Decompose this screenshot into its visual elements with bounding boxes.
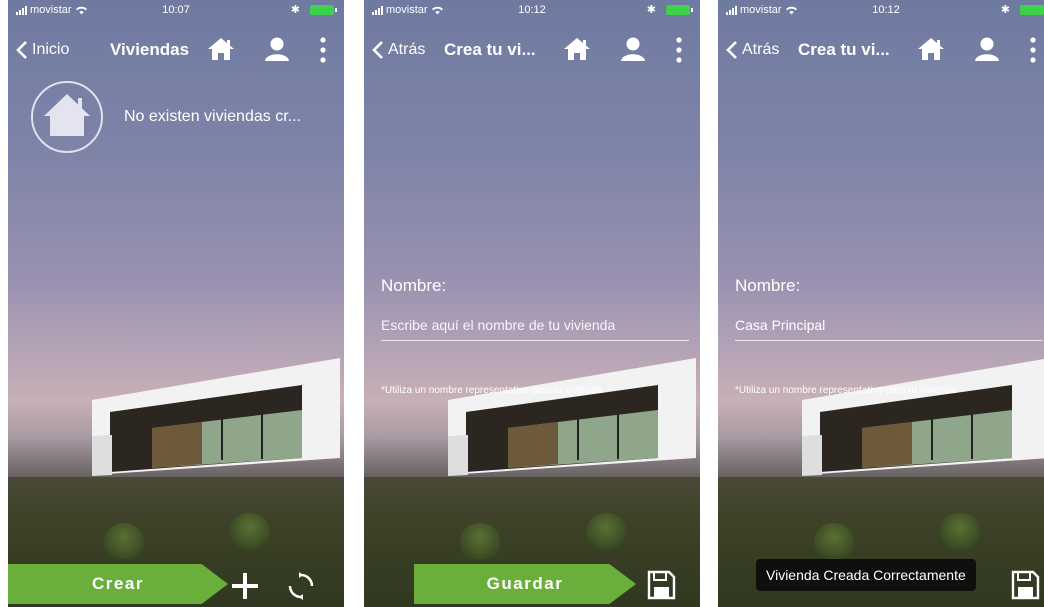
battery-icon xyxy=(310,5,337,15)
back-chevron-icon xyxy=(726,41,737,59)
user-icon[interactable] xyxy=(263,36,291,62)
battery-icon xyxy=(666,5,693,15)
status-time: 10:12 xyxy=(872,4,900,16)
house-image xyxy=(92,358,340,476)
user-icon[interactable] xyxy=(973,36,1001,62)
screen-viviendas: movistar 10:07 ✱ Inicio Viviendas No exi… xyxy=(8,0,344,607)
back-label: Inicio xyxy=(32,41,70,58)
more-vertical-icon[interactable] xyxy=(1028,36,1038,64)
status-bar: movistar 10:12 ✱ xyxy=(364,0,700,22)
empty-message: No existen viviendas cr... xyxy=(124,108,301,125)
more-vertical-icon[interactable] xyxy=(318,36,328,64)
name-label: Nombre: xyxy=(381,276,447,295)
home-icon[interactable] xyxy=(562,36,592,62)
name-hint: *Utiliza un nombre representativo para t… xyxy=(381,385,603,396)
back-button[interactable]: Atrás xyxy=(726,40,779,60)
bluetooth-icon: ✱ xyxy=(1000,4,1010,16)
back-button[interactable]: Inicio xyxy=(16,40,69,60)
create-button[interactable]: Crear xyxy=(8,564,228,604)
user-icon[interactable] xyxy=(619,36,647,62)
tree xyxy=(940,513,980,549)
list-item[interactable]: No existen viviendas cr... xyxy=(30,80,340,156)
tree xyxy=(586,513,626,549)
page-title: Crea tu vi... xyxy=(798,40,890,59)
name-label: Nombre: xyxy=(735,276,801,295)
tree xyxy=(230,513,270,549)
page-title: Crea tu vi... xyxy=(444,40,536,59)
refresh-icon[interactable] xyxy=(286,571,316,601)
bluetooth-icon: ✱ xyxy=(290,4,300,16)
tree xyxy=(460,523,500,559)
battery-icon xyxy=(1020,5,1044,15)
screen-create-empty: movistar 10:12 ✱ Atrás Crea tu vi... Nom… xyxy=(364,0,700,607)
status-bar: movistar 10:07 ✱ xyxy=(8,0,344,22)
house-image xyxy=(448,358,696,476)
nav-bar: Atrás Crea tu vi... xyxy=(364,28,700,72)
status-bar: movistar 10:12 ✱ xyxy=(718,0,1044,22)
save-icon[interactable] xyxy=(1010,569,1040,601)
back-button[interactable]: Atrás xyxy=(372,40,425,60)
toast-message: Vivienda Creada Correctamente xyxy=(756,559,976,591)
save-button[interactable]: Guardar xyxy=(414,564,636,604)
nav-bar: Inicio Viviendas xyxy=(8,28,344,72)
back-chevron-icon xyxy=(16,41,27,59)
back-label: Atrás xyxy=(388,41,426,58)
name-input[interactable] xyxy=(735,310,1043,341)
home-icon[interactable] xyxy=(916,36,946,62)
plus-icon[interactable] xyxy=(230,571,260,601)
tree xyxy=(104,523,144,559)
save-icon[interactable] xyxy=(646,569,676,601)
back-chevron-icon xyxy=(372,41,383,59)
nav-bar: Atrás Crea tu vi... xyxy=(718,28,1044,72)
bluetooth-icon: ✱ xyxy=(646,4,656,16)
page-title: Viviendas xyxy=(110,40,190,59)
house-image xyxy=(802,359,1044,476)
name-hint: *Utiliza un nombre representativo para t… xyxy=(735,385,957,396)
screen-create-filled: movistar 10:12 ✱ Atrás Crea tu vi... Nom… xyxy=(718,0,1044,607)
name-input[interactable] xyxy=(381,310,689,341)
more-vertical-icon[interactable] xyxy=(674,36,684,64)
home-icon[interactable] xyxy=(206,36,236,62)
house-circle-icon xyxy=(31,81,103,153)
tree xyxy=(814,523,854,559)
back-label: Atrás xyxy=(742,41,780,58)
